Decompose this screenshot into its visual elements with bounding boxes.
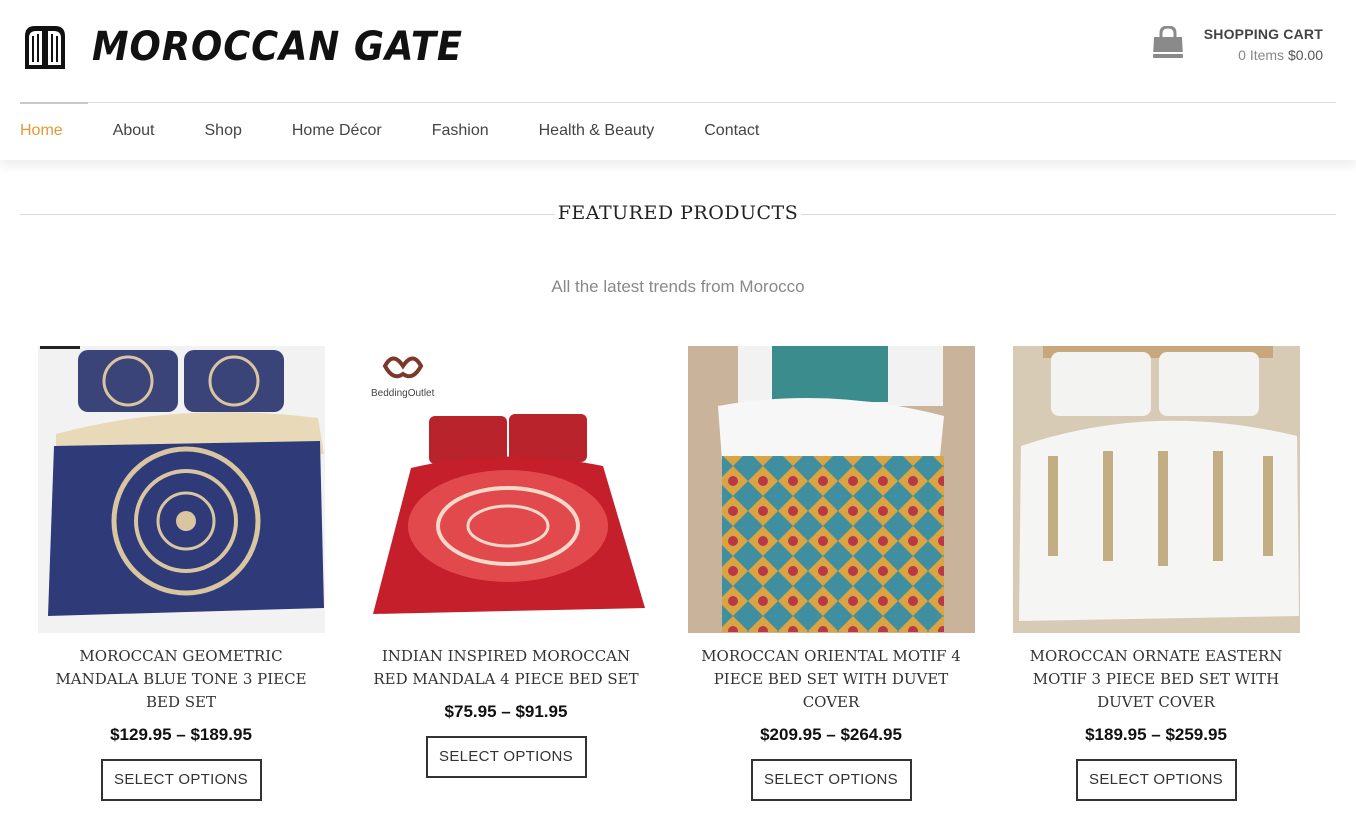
nav-item-health-beauty[interactable]: Health & Beauty [539,122,655,140]
product-card: BeddingOutlet INDIAN INSPIRED MOROCCAN R… [361,346,651,778]
cart-title: SHOPPING CART [1203,26,1323,42]
select-options-button[interactable]: SELECT OPTIONS [100,759,262,801]
select-options-button[interactable]: SELECT OPTIONS [1075,759,1237,801]
product-card: MOROCCAN ORIENTAL MOTIF 4 PIECE BED SET … [686,346,976,801]
product-title[interactable]: MOROCCAN GEOMETRIC MANDALA BLUE TONE 3 P… [36,645,326,714]
select-options-button[interactable]: SELECT OPTIONS [425,736,587,778]
main-navigation: Home About Shop Home Décor Fashion Healt… [20,122,809,140]
brand-name: MOROCCAN GATE [92,24,464,70]
ornate-eastern-bedset-image [1012,346,1300,633]
nav-item-contact[interactable]: Contact [704,122,759,140]
section-subtitle: All the latest trends from Morocco [551,277,805,296]
featured-products-heading: FEATURED PRODUCTS [20,202,1336,226]
product-image[interactable] [687,346,975,633]
cart-status: 0 Items $0.00 [1204,47,1323,63]
section-title: FEATURED PRODUCTS [557,202,799,224]
nav-item-shop[interactable]: Shop [205,122,242,140]
red-mandala-bedset-image: BeddingOutlet [362,346,650,633]
bedding-outlet-watermark: BeddingOutlet [371,388,435,399]
moroccan-gate-door-icon [25,26,65,69]
oriental-motif-bedset-image [687,346,975,633]
site-header: MOROCCAN GATE SHOPPING CART 0 Items $0.0… [0,0,1356,160]
product-image[interactable]: BeddingOutlet [362,346,650,633]
product-image[interactable] [1012,346,1300,633]
product-price: $129.95 – $189.95 [110,725,252,744]
product-card: MOROCCAN GEOMETRIC MANDALA BLUE TONE 3 P… [36,346,326,801]
heading-divider-right [801,214,1336,215]
product-title[interactable]: INDIAN INSPIRED MOROCCAN RED MANDALA 4 P… [361,645,651,691]
cart-total: $0.00 [1287,47,1323,63]
nav-item-about[interactable]: About [113,122,155,140]
product-price: $209.95 – $264.95 [760,725,902,744]
site-logo[interactable]: MOROCCAN GATE [22,24,495,70]
nav-active-indicator [20,102,88,104]
nav-item-home[interactable]: Home [20,122,63,140]
cart-item-count: 0 Items [1238,47,1285,63]
product-card: MOROCCAN ORNATE EASTERN MOTIF 3 PIECE BE… [1011,346,1301,801]
product-title[interactable]: MOROCCAN ORNATE EASTERN MOTIF 3 PIECE BE… [1011,645,1301,714]
product-image[interactable] [37,346,325,633]
shopping-bag-icon[interactable] [1152,26,1184,60]
product-price: $75.95 – $91.95 [444,702,568,721]
cart-summary: SHOPPING CART 0 Items $0.00 [1204,26,1323,63]
nav-item-home-decor[interactable]: Home Décor [292,122,382,140]
product-title[interactable]: MOROCCAN ORIENTAL MOTIF 4 PIECE BED SET … [686,645,976,714]
product-price: $189.95 – $259.95 [1085,725,1227,744]
shopping-cart[interactable]: SHOPPING CART 0 Items $0.00 [1152,26,1323,63]
select-options-button[interactable]: SELECT OPTIONS [750,759,912,801]
nav-divider [20,102,1336,103]
nav-item-fashion[interactable]: Fashion [432,122,489,140]
blue-mandala-bedset-image [37,346,325,633]
